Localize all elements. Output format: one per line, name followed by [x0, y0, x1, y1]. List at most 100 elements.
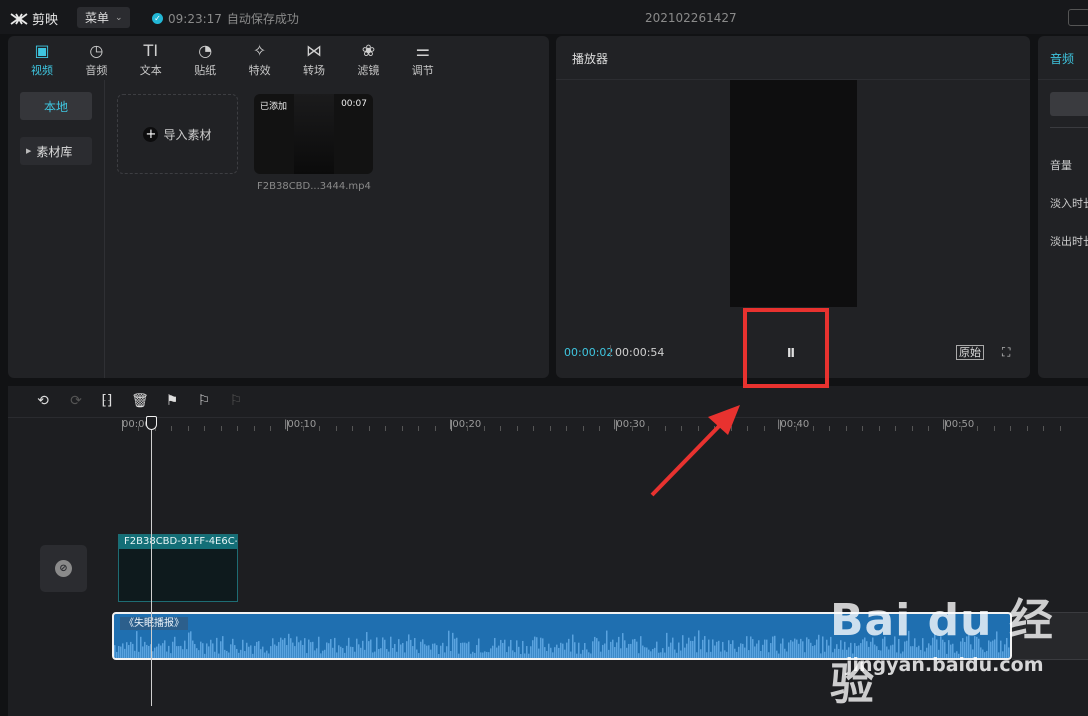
ruler-tick	[615, 420, 617, 431]
ruler-tick	[204, 426, 206, 431]
split-icon[interactable]: ⁅⁆	[98, 393, 116, 409]
track-mute-button[interactable]: ⊘	[40, 545, 87, 592]
library-button[interactable]: ▶ 素材库	[20, 137, 92, 165]
ruler-tick	[171, 426, 173, 431]
library-label: 素材库	[36, 144, 73, 159]
ruler-label-40: |00:40	[777, 419, 810, 430]
tab-filter[interactable]: ❀ 滤镜	[341, 40, 395, 80]
ruler-tick	[829, 426, 831, 431]
fade-in-label: 淡入时长	[1050, 197, 1088, 210]
ruler-tick	[483, 426, 485, 431]
filter-icon: ❀	[361, 40, 376, 60]
ruler-tick	[138, 426, 140, 431]
fade-out-label: 淡出时长	[1050, 235, 1088, 248]
fullscreen-icon[interactable]: ⛶	[1002, 345, 1010, 360]
app-name: 剪映	[32, 13, 59, 28]
chevron-down-icon: ⌄	[115, 12, 123, 23]
import-label: 导入素材	[163, 127, 212, 142]
menu-label: 菜单	[85, 11, 110, 25]
ruler-tick	[1059, 426, 1061, 431]
mute-icon: ⊘	[55, 560, 72, 577]
ruler-tick	[631, 426, 633, 431]
tab-label: 特效	[248, 64, 271, 77]
tab-video[interactable]: ▣ 视频	[15, 40, 69, 80]
top-bar: 剪映 菜单 ⌄ ✓ 09:23:17 自动保存成功 202102261427	[0, 0, 1088, 34]
playhead-handle[interactable]	[146, 416, 157, 430]
ruler-tick	[335, 426, 337, 431]
import-media-button[interactable]: + 导入素材	[117, 94, 238, 174]
ruler-tick	[500, 426, 502, 431]
tab-effects[interactable]: ✧ 特效	[233, 40, 287, 80]
total-time: 00:00:54	[615, 346, 665, 359]
ruler-tick	[566, 426, 568, 431]
audio-clip-name: 《失眠播报》	[120, 617, 188, 630]
current-time: 00:00:02	[564, 346, 614, 359]
redo-icon[interactable]: ⟳	[67, 393, 85, 409]
video-icon: ▣	[34, 40, 50, 60]
ruler-label-10: |00:10	[284, 419, 317, 430]
media-panel: ▣ 视频 ◷ 音频 TI 文本 ◔ 贴纸 ✧ 特效 ⋈ 转场 ❀ 滤镜 ⚌ 调节 本地 ▶ 素材库 + 导入素…	[8, 36, 549, 378]
thumbnail-image	[294, 94, 334, 174]
ruler-tick	[977, 426, 979, 431]
ruler-tick	[385, 426, 387, 431]
ruler-tick	[434, 426, 436, 431]
tab-audio-attributes[interactable]: 音频	[1050, 50, 1074, 67]
ruler-tick	[1026, 426, 1028, 431]
media-thumbnail[interactable]: 已添加 00:07	[254, 94, 373, 174]
tab-label: 滤镜	[357, 64, 380, 77]
media-sidebar: 本地 ▶ 素材库	[8, 80, 105, 378]
ruler-tick	[516, 426, 518, 431]
watermark-url: jingyan.baidu.com	[846, 654, 1044, 676]
ruler-tick	[796, 426, 798, 431]
ruler-tick	[845, 426, 847, 431]
added-badge: 已添加	[260, 102, 288, 112]
video-preview	[730, 80, 857, 307]
local-label: 本地	[43, 99, 68, 114]
ruler-tick	[599, 426, 601, 431]
ruler-tick	[220, 426, 222, 431]
tab-adjust[interactable]: ⚌ 调节	[396, 40, 450, 80]
ruler-tick	[237, 426, 239, 431]
attribute-panel: 音频 音量 淡入时长 淡出时长	[1038, 36, 1088, 378]
ruler-tick	[1043, 426, 1045, 431]
video-clip[interactable]: F2B38CBD-91FF-4E6C-8	[118, 534, 238, 602]
media-file-name: F2B38CBD...3444.mp4	[257, 181, 371, 192]
tab-label: 文本	[139, 64, 162, 77]
ruler-tick	[549, 426, 551, 431]
timeline-ruler[interactable]: 00:00 |00:10 |00:20 |00:30 |00:40 |00:50	[8, 418, 1088, 432]
ruler-tick	[286, 420, 288, 431]
undo-icon[interactable]: ⟲	[34, 393, 52, 409]
ruler-tick	[352, 426, 354, 431]
plus-icon: +	[143, 126, 159, 142]
transition-icon: ⋈	[306, 40, 322, 60]
window-button[interactable]	[1068, 9, 1088, 26]
tab-sticker[interactable]: ◔ 贴纸	[178, 40, 232, 80]
marker-flag-icon[interactable]: ⚐	[195, 393, 213, 409]
attribute-input[interactable]	[1050, 92, 1088, 116]
tab-label: 音频	[85, 64, 108, 77]
ruler-tick	[812, 426, 814, 431]
ruler-tick	[253, 426, 255, 431]
project-title: 202102261427	[645, 11, 737, 25]
ruler-tick	[368, 426, 370, 431]
marker-disabled-icon[interactable]: ⚐	[227, 393, 245, 409]
tab-text[interactable]: TI 文本	[124, 40, 178, 80]
capcut-logo-icon	[10, 12, 28, 25]
ruler-label-50: |00:50	[942, 419, 975, 430]
original-ratio-button[interactable]: 原始	[956, 345, 984, 360]
menu-button[interactable]: 菜单 ⌄	[77, 7, 130, 28]
ruler-tick	[533, 426, 535, 431]
ruler-tick	[944, 420, 946, 431]
delete-icon[interactable]: 🗑	[131, 393, 149, 409]
tab-audio[interactable]: ◷ 音频	[69, 40, 123, 80]
divider	[1050, 127, 1088, 128]
ruler-tick	[451, 420, 452, 431]
ruler-tick	[270, 426, 272, 431]
app-logo: 剪映	[10, 9, 58, 28]
ruler-tick	[187, 426, 189, 431]
tab-transition[interactable]: ⋈ 转场	[287, 40, 341, 80]
ruler-tick	[467, 426, 469, 431]
ruler-tick	[418, 426, 420, 431]
freeze-frame-icon[interactable]: ⚑	[163, 393, 181, 409]
local-button[interactable]: 本地	[20, 92, 92, 120]
